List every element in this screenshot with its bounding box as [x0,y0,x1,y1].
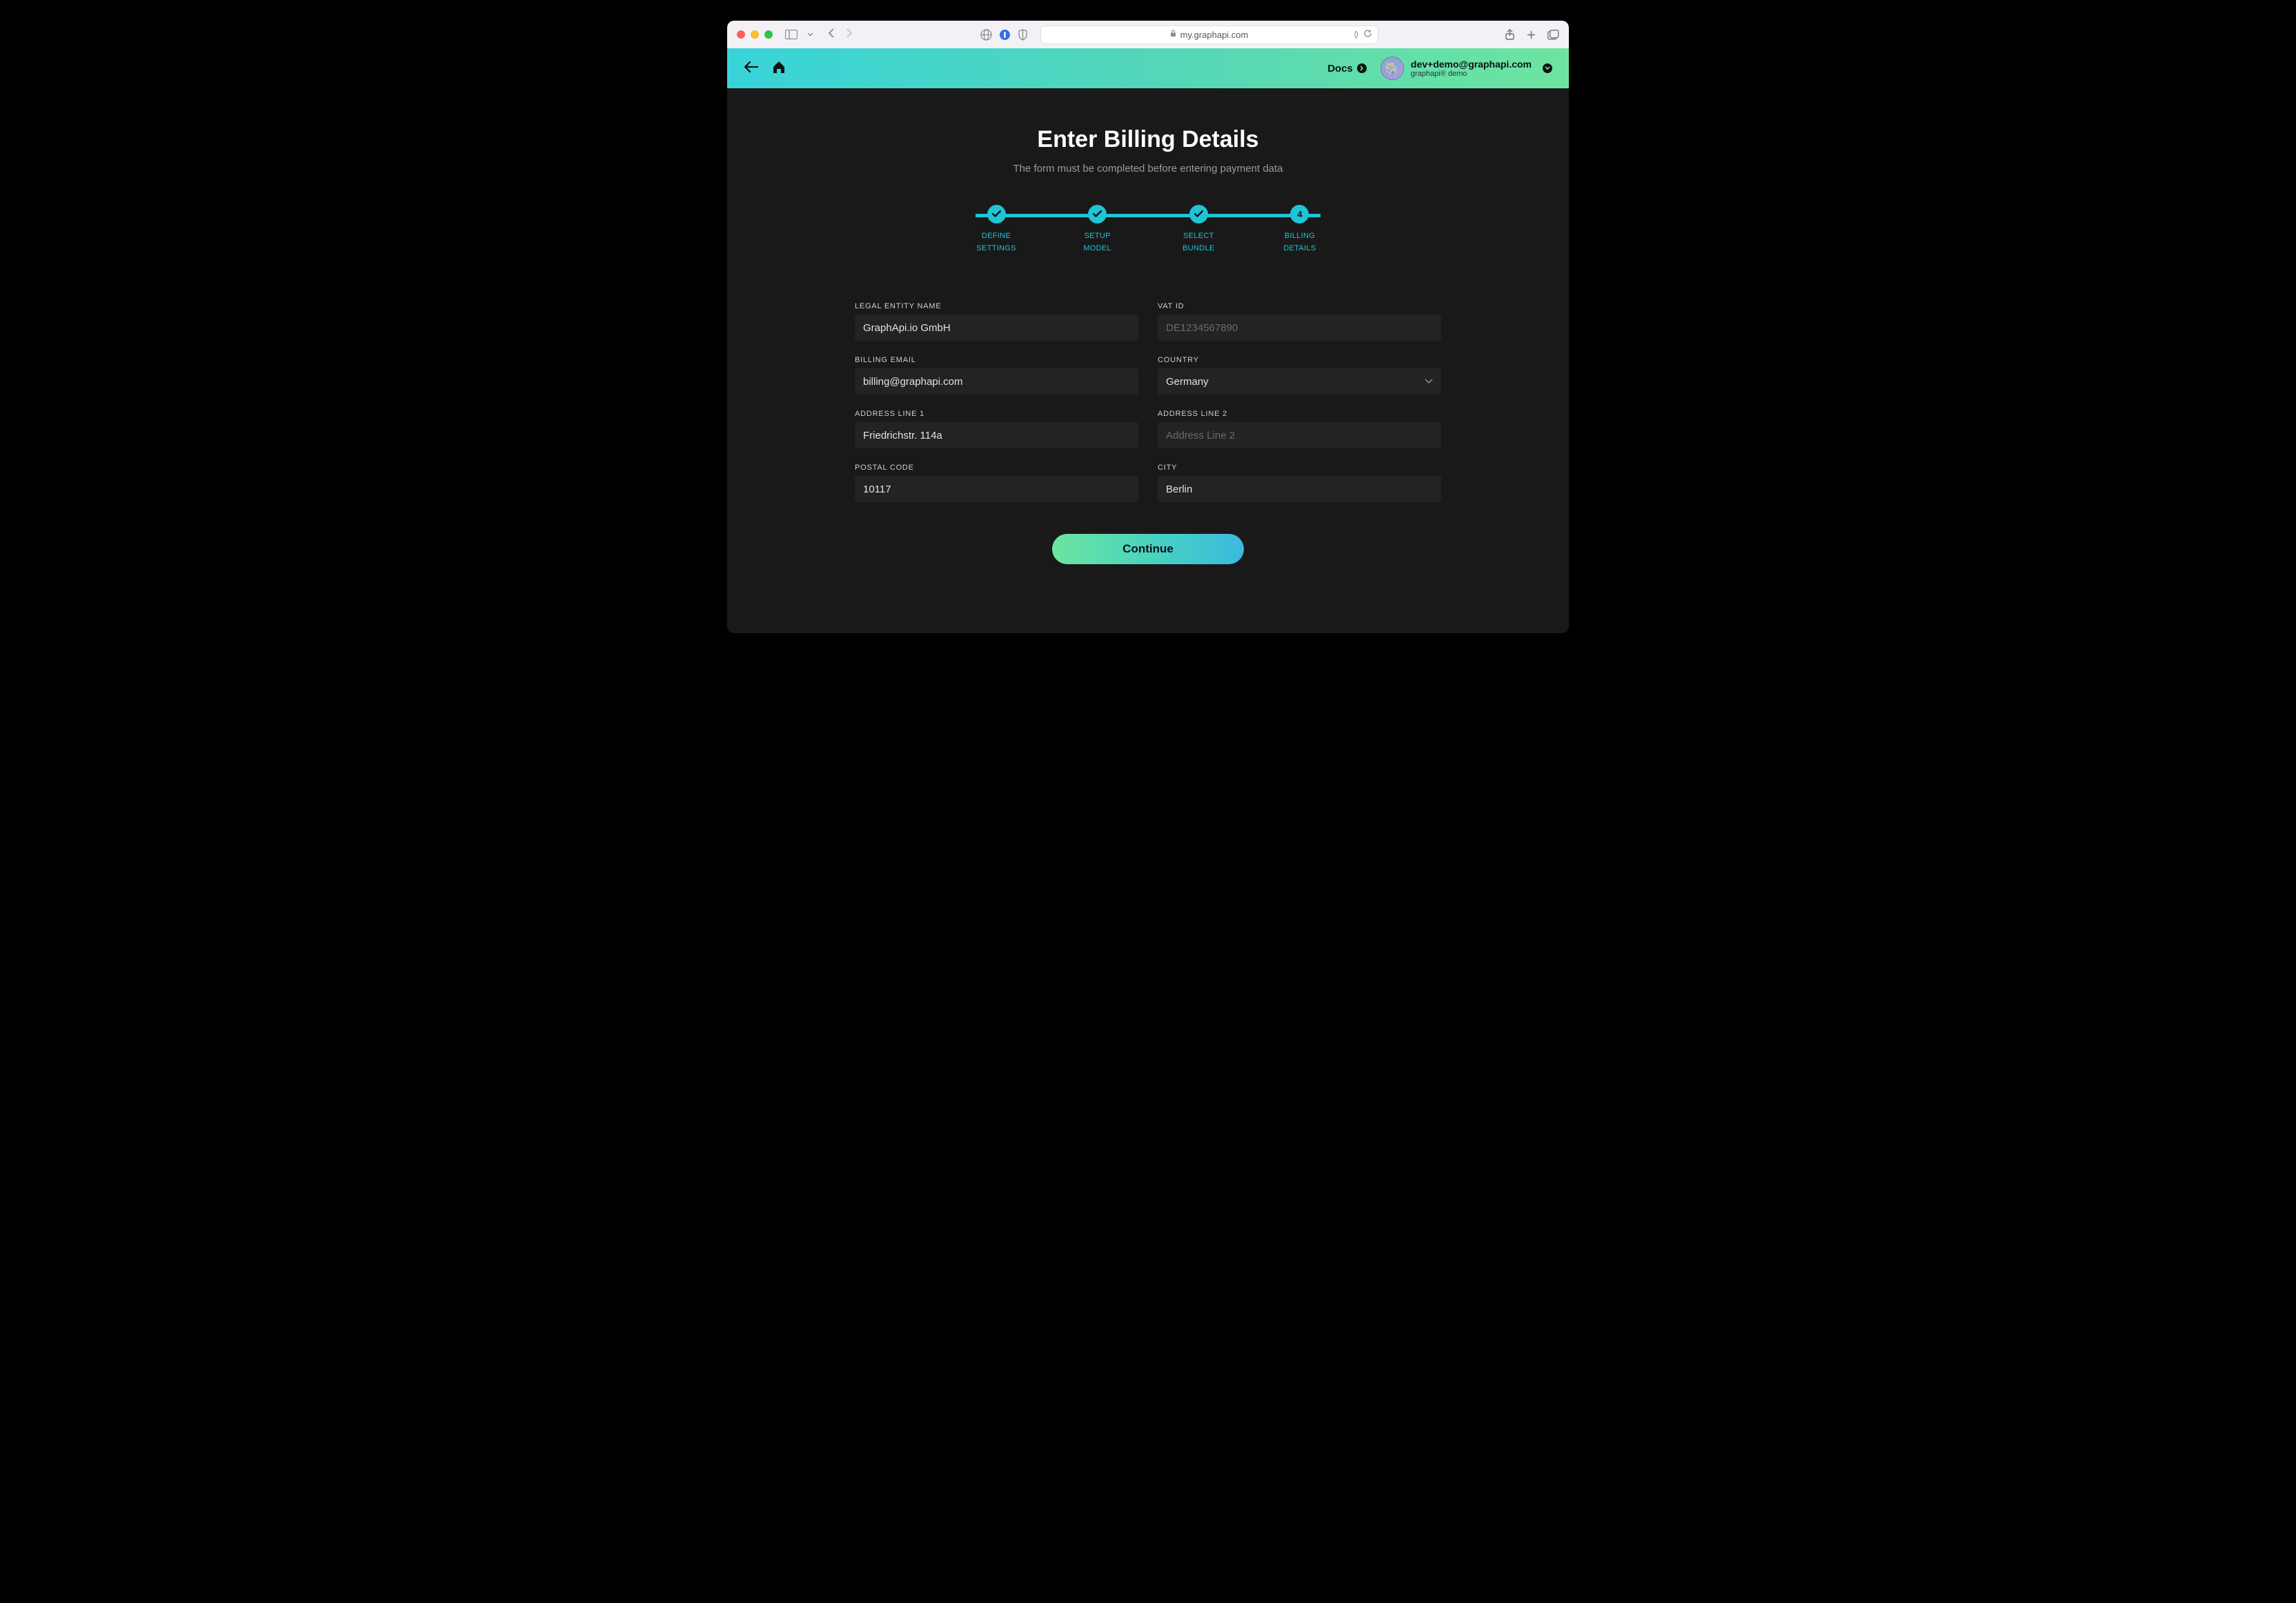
step-setup-model[interactable]: SETUP MODEL [1077,205,1118,254]
home-icon[interactable] [771,59,786,78]
billing-email-label: BILLING EMAIL [855,356,1138,364]
address1-label: ADDRESS LINE 1 [855,410,1138,418]
nav-forward-button[interactable] [846,28,853,42]
shield-icon[interactable] [1018,29,1028,41]
legal-entity-label: LEGAL ENTITY NAME [855,302,1138,310]
app-header: Docs 🐘 dev+demo@graphapi.com graphapi® d… [727,48,1569,88]
country-label: COUNTRY [1158,356,1441,364]
progress-stepper: DEFINE SETTINGS SETUP MODEL [976,205,1320,254]
window-close-button[interactable] [737,30,745,39]
vat-id-input[interactable] [1158,315,1441,341]
vat-id-label: VAT ID [1158,302,1441,310]
reload-icon[interactable] [1363,29,1372,40]
password-manager-icon[interactable] [999,29,1011,41]
billing-form: LEGAL ENTITY NAME VAT ID BILLING EMAIL C… [855,302,1441,564]
sidebar-toggle-icon[interactable] [785,30,798,39]
check-icon [1194,209,1203,219]
share-icon[interactable] [1505,29,1515,41]
country-select[interactable]: Germany [1158,368,1441,395]
step-circle [987,205,1006,223]
continue-button[interactable]: Continue [1052,534,1244,564]
step-label: DEFINE SETTINGS [976,232,1016,252]
step-circle: 4 [1290,205,1309,223]
step-label: SETUP MODEL [1083,232,1111,252]
step-select-bundle[interactable]: SELECT BUNDLE [1178,205,1219,254]
legal-entity-input[interactable] [855,315,1138,341]
user-email: dev+demo@graphapi.com [1411,59,1532,70]
globe-icon[interactable] [980,29,992,41]
step-number: 4 [1297,209,1302,219]
check-icon [1093,209,1102,219]
window-minimize-button[interactable] [751,30,759,39]
address2-input[interactable] [1158,422,1441,448]
lock-icon [1170,30,1176,39]
postal-input[interactable] [855,476,1138,502]
new-tab-icon[interactable] [1526,29,1536,41]
avatar: 🐘 [1380,57,1404,80]
chevron-right-icon [1357,63,1367,73]
step-circle [1189,205,1208,223]
docs-link[interactable]: Docs [1327,63,1367,74]
window-zoom-button[interactable] [764,30,773,39]
browser-window: my.graphapi.com ⟨⟩ [727,21,1569,633]
tab-overview-icon[interactable] [1547,29,1559,41]
check-icon [992,209,1001,219]
city-label: CITY [1158,464,1441,472]
page-subtitle: The form must be completed before enteri… [727,163,1569,175]
user-org: graphapi® demo [1411,70,1532,78]
docs-label: Docs [1327,63,1353,74]
step-circle [1088,205,1107,223]
nav-back-button[interactable] [827,28,835,42]
step-define-settings[interactable]: DEFINE SETTINGS [976,205,1017,254]
step-label: SELECT BUNDLE [1182,232,1214,252]
step-label: BILLING DETAILS [1283,232,1316,252]
city-input[interactable] [1158,476,1441,502]
user-menu[interactable]: 🐘 dev+demo@graphapi.com graphapi® demo [1380,57,1552,80]
billing-email-input[interactable] [855,368,1138,395]
page-title: Enter Billing Details [727,126,1569,153]
traffic-lights [737,30,773,39]
reader-icon[interactable]: ⟨⟩ [1354,30,1357,39]
postal-label: POSTAL CODE [855,464,1138,472]
page-content: Enter Billing Details The form must be c… [727,88,1569,633]
url-bar[interactable]: my.graphapi.com ⟨⟩ [1040,26,1378,44]
chevron-down-icon[interactable] [807,32,813,37]
address2-label: ADDRESS LINE 2 [1158,410,1441,418]
step-billing-details[interactable]: 4 BILLING DETAILS [1279,205,1320,254]
chevron-down-icon [1543,63,1552,73]
browser-chrome: my.graphapi.com ⟨⟩ [727,21,1569,48]
address1-input[interactable] [855,422,1138,448]
url-text: my.graphapi.com [1180,30,1249,40]
app-back-button[interactable] [744,61,759,77]
